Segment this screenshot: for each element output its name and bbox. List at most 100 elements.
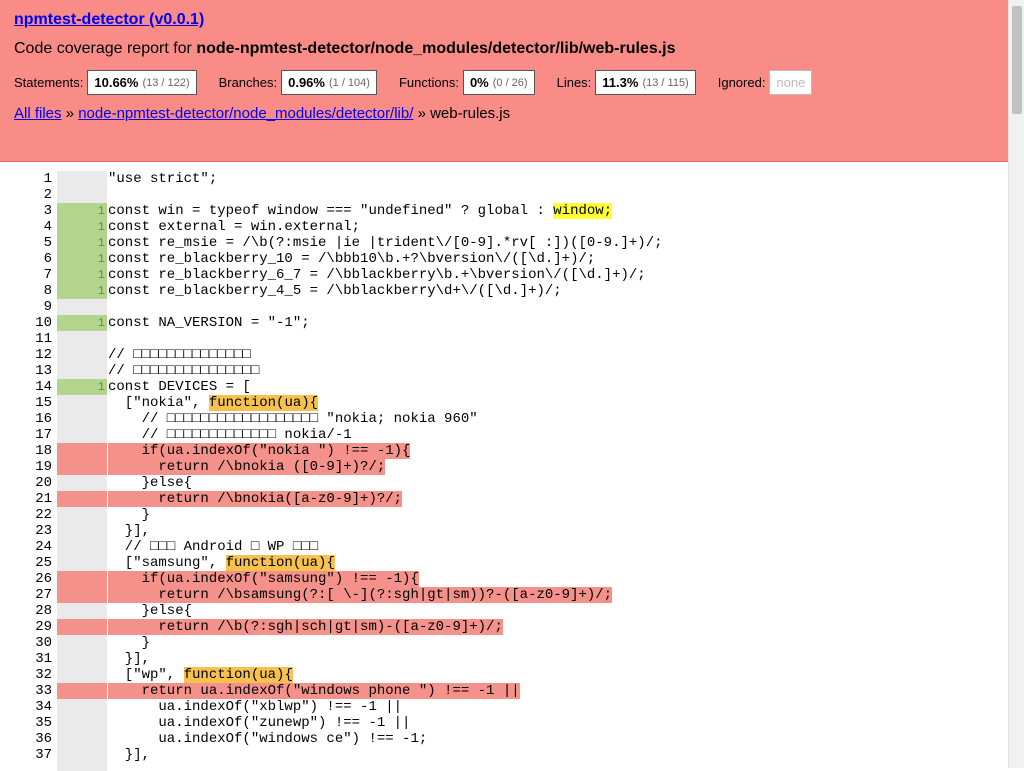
line-number: 30 xyxy=(35,635,52,651)
line-number: 4 xyxy=(43,219,52,235)
source-text: }else{ xyxy=(108,475,1008,491)
code-line: 20 }else{ xyxy=(0,475,1008,491)
line-number: 33 xyxy=(35,683,52,699)
source-text xyxy=(108,187,1008,203)
source-text: const re_blackberry_6_7 = /\bblackberry\… xyxy=(108,267,1008,283)
code-segment: }else{ xyxy=(108,475,193,491)
source-text: // □□□□□□□□□□□□□ nokia/-1 xyxy=(108,427,1008,443)
code-line: 33 return ua.indexOf("windows phone ") !… xyxy=(0,683,1008,699)
code-line: 18 if(ua.indexOf("nokia ") !== -1){ xyxy=(0,443,1008,459)
hit-count: 1 xyxy=(57,203,107,219)
code-line: 26 if(ua.indexOf("samsung") !== -1){ xyxy=(0,571,1008,587)
code-segment: const external = win.external; xyxy=(108,219,361,235)
hit-count xyxy=(57,587,107,603)
hit-count xyxy=(57,715,107,731)
breadcrumb-separator: » xyxy=(61,105,79,122)
scrollbar-thumb[interactable] xyxy=(1012,6,1022,114)
line-number: 12 xyxy=(35,347,52,363)
report-header: npmtest-detector (v0.0.1) Code coverage … xyxy=(0,0,1008,162)
source-text: return /\bnokia([a-z0-9]+)?/; xyxy=(108,491,1008,507)
code-segment: const NA_VERSION = "-1"; xyxy=(108,315,310,331)
subtitle-file-path: node-npmtest-detector/node_modules/detec… xyxy=(196,40,676,57)
stat-ignored: Ignored: none xyxy=(718,70,813,95)
code-segment: }else{ xyxy=(108,603,193,619)
source-text: return ua.indexOf("windows phone ") !== … xyxy=(108,683,1008,699)
code-segment: if(ua.indexOf("samsung") !== -1){ xyxy=(108,571,419,587)
source-text: ["wp", function(ua){ xyxy=(108,667,1008,683)
code-line: 11 xyxy=(0,331,1008,347)
stat-fraction: (0 / 26) xyxy=(492,76,528,89)
hit-count xyxy=(57,539,107,555)
code-line: 3 1 const win = typeof window === "undefin… xyxy=(0,203,1008,219)
code-segment: function(ua){ xyxy=(183,667,293,683)
line-number: 20 xyxy=(35,475,52,491)
stat-label: Ignored: xyxy=(717,75,766,90)
hit-count xyxy=(57,523,107,539)
source-text: const DEVICES = [ xyxy=(108,379,1008,395)
code-segment: } xyxy=(108,507,151,523)
code-line: 25 ["samsung", function(ua){ xyxy=(0,555,1008,571)
project-title-link[interactable]: npmtest-detector (v0.0.1) xyxy=(14,11,204,29)
stat-value-box: 0% (0 / 26) xyxy=(462,70,535,95)
hit-count xyxy=(57,363,107,379)
source-text: ua.indexOf("xblwp") !== -1 || xyxy=(108,699,1008,715)
hit-count xyxy=(57,667,107,683)
stat-functions: Functions: 0% (0 / 26) xyxy=(399,70,535,95)
stat-label: Statements: xyxy=(14,75,84,90)
source-text: const re_blackberry_10 = /\bbb10\b.+?\bv… xyxy=(108,251,1008,267)
stat-label: Branches: xyxy=(218,75,278,90)
line-number: 8 xyxy=(43,283,52,299)
source-text: // □□□□□□□□□□□□□□□□□□ "nokia; nokia 960" xyxy=(108,411,1008,427)
code-segment: // □□□□□□□□□□□□□ nokia/-1 xyxy=(108,427,352,443)
code-line: 21 return /\bnokia([a-z0-9]+)?/; xyxy=(0,491,1008,507)
line-number: 35 xyxy=(35,715,52,731)
breadcrumb-separator: » xyxy=(413,105,431,122)
source-text: ua.indexOf("zunewp") !== -1 || xyxy=(108,715,1008,731)
code-segment: ["samsung", xyxy=(108,555,226,571)
stat-label: Lines: xyxy=(556,75,592,90)
code-segment: // □□□ Android □ WP □□□ xyxy=(108,539,319,555)
stat-value-box: 10.66% (13 / 122) xyxy=(87,70,197,95)
line-number: 25 xyxy=(35,555,52,571)
hit-count xyxy=(57,299,107,315)
code-segment: }], xyxy=(108,747,151,763)
hit-count xyxy=(57,619,107,635)
code-line: 30 } xyxy=(0,635,1008,651)
line-number: 10 xyxy=(35,315,52,331)
code-segment: return /\bnokia ([0-9]+)?/; xyxy=(108,459,386,475)
code-segment: ua.indexOf("xblwp") !== -1 || xyxy=(108,699,403,715)
code-line: 28 }else{ xyxy=(0,603,1008,619)
hit-count xyxy=(57,603,107,619)
line-number: 34 xyxy=(35,699,52,715)
source-text: const NA_VERSION = "-1"; xyxy=(108,315,1008,331)
breadcrumb-dir-link[interactable]: node-npmtest-detector/node_modules/detec… xyxy=(78,105,413,122)
source-text: "use strict"; xyxy=(108,171,1008,187)
stat-value-box: 0.96% (1 / 104) xyxy=(281,70,377,95)
code-line: 7 1 const re_blackberry_6_7 = /\bblackberr… xyxy=(0,267,1008,283)
stat-percent: 10.66% xyxy=(94,75,139,90)
line-number: 15 xyxy=(35,395,52,411)
vertical-scrollbar[interactable] xyxy=(1008,0,1024,768)
breadcrumb-all-files-link[interactable]: All files xyxy=(14,105,62,122)
line-number: 31 xyxy=(35,651,52,667)
source-text: const re_blackberry_4_5 = /\bblackberry\… xyxy=(108,283,1008,299)
source-text: }], xyxy=(108,651,1008,667)
source-text: if(ua.indexOf("nokia ") !== -1){ xyxy=(108,443,1008,459)
code-segment: }], xyxy=(108,651,151,667)
line-number: 2 xyxy=(43,187,52,203)
stat-fraction: (13 / 122) xyxy=(142,76,190,89)
source-text: return /\b(?:sgh|sch|gt|sm)-([a-z0-9]+)/… xyxy=(108,619,1008,635)
code-line: 5 1 const re_msie = /\b(?:msie |ie |triden… xyxy=(0,235,1008,251)
code-segment: function(ua){ xyxy=(208,395,319,411)
source-text: const win = typeof window === "undefined… xyxy=(108,203,1008,219)
breadcrumb-current-file: web-rules.js xyxy=(430,105,511,122)
code-segment: const re_blackberry_6_7 = /\bblackberry\… xyxy=(108,267,646,283)
hit-count xyxy=(57,491,107,507)
line-number: 5 xyxy=(43,235,52,251)
breadcrumb: All files » node-npmtest-detector/node_m… xyxy=(14,105,510,122)
source-text: }], xyxy=(108,523,1008,539)
code-segment: // □□□□□□□□□□□□□□□□□□ "nokia; nokia 960" xyxy=(108,411,478,427)
line-number: 13 xyxy=(35,363,52,379)
code-segment: const DEVICES = [ xyxy=(108,379,251,395)
hit-count xyxy=(57,395,107,411)
